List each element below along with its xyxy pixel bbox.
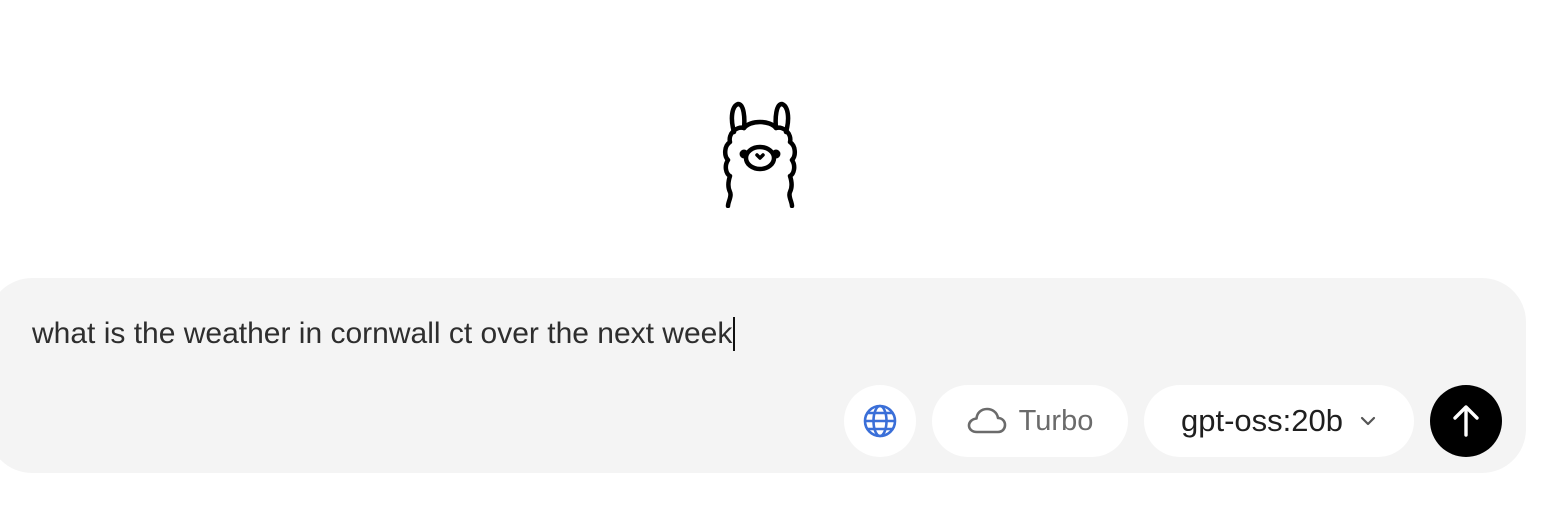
turbo-label: Turbo bbox=[1018, 404, 1094, 437]
prompt-input-value[interactable]: what is the weather in cornwall ct over … bbox=[32, 312, 732, 356]
prompt-input[interactable]: what is the weather in cornwall ct over … bbox=[32, 312, 736, 356]
model-select[interactable]: gpt-oss:20b bbox=[1144, 385, 1414, 457]
cloud-icon bbox=[967, 407, 1007, 435]
prompt-composer: what is the weather in cornwall ct over … bbox=[0, 278, 1526, 473]
web-search-button[interactable] bbox=[844, 385, 916, 457]
turbo-toggle[interactable]: Turbo bbox=[932, 385, 1128, 457]
composer-controls: Turbo gpt-oss:20b bbox=[844, 385, 1502, 457]
llama-logo bbox=[714, 98, 806, 209]
globe-icon bbox=[862, 403, 898, 439]
chat-home: what is the weather in cornwall ct over … bbox=[0, 0, 1554, 514]
chevron-down-icon bbox=[1359, 415, 1377, 427]
model-select-value: gpt-oss:20b bbox=[1181, 403, 1343, 438]
arrow-up-icon bbox=[1451, 404, 1481, 438]
send-button[interactable] bbox=[1430, 385, 1502, 457]
text-caret bbox=[733, 317, 736, 351]
